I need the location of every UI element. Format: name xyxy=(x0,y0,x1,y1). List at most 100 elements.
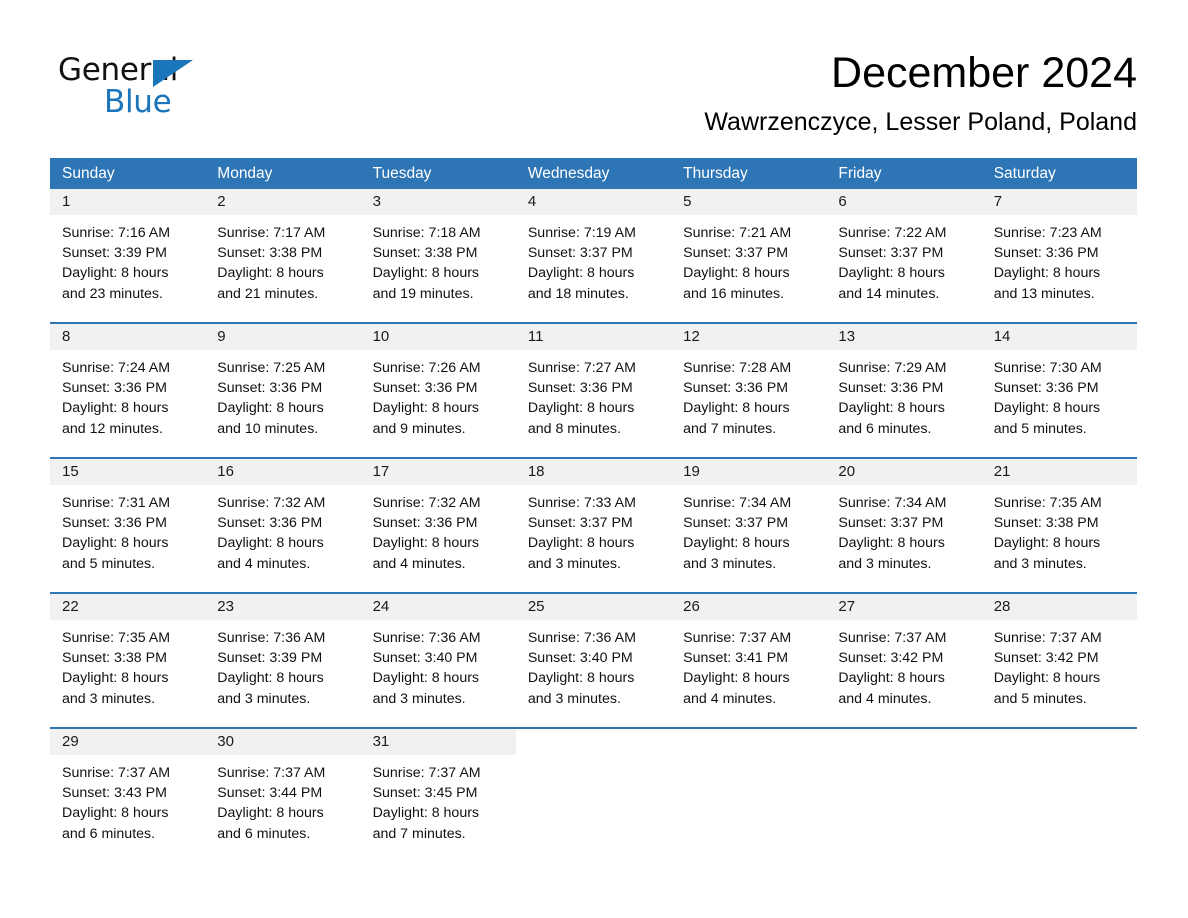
day-cell[interactable]: 28 Sunrise: 7:37 AM Sunset: 3:42 PM Dayl… xyxy=(981,594,1137,727)
day-cell[interactable]: 25 Sunrise: 7:36 AM Sunset: 3:40 PM Dayl… xyxy=(515,594,672,727)
day-details: Sunrise: 7:32 AM Sunset: 3:36 PM Dayligh… xyxy=(205,485,360,574)
daylight-text-line2: and 5 minutes. xyxy=(993,690,1087,707)
daylight-text-line1: Daylight: 8 hours xyxy=(372,805,480,822)
day-number: 11 xyxy=(515,324,672,350)
day-cell[interactable]: 1 Sunrise: 7:16 AM Sunset: 3:39 PM Dayli… xyxy=(50,189,206,322)
day-cell[interactable]: 29 Sunrise: 7:37 AM Sunset: 3:43 PM Dayl… xyxy=(50,729,206,857)
day-cell[interactable]: 11 Sunrise: 7:27 AM Sunset: 3:36 PM Dayl… xyxy=(515,324,672,457)
daylight-text-line1: Daylight: 8 hours xyxy=(993,265,1101,282)
day-cell[interactable]: 24 Sunrise: 7:36 AM Sunset: 3:40 PM Dayl… xyxy=(360,594,516,727)
day-number: 12 xyxy=(671,324,827,350)
day-number: 3 xyxy=(360,189,516,215)
sunrise-text: Sunrise: 7:37 AM xyxy=(372,765,481,781)
sunset-text: Sunset: 3:38 PM xyxy=(372,245,478,262)
day-number: 14 xyxy=(981,324,1137,350)
day-cell[interactable]: 22 Sunrise: 7:35 AM Sunset: 3:38 PM Dayl… xyxy=(50,594,206,727)
day-number: 25 xyxy=(515,594,672,620)
sunset-text: Sunset: 3:36 PM xyxy=(62,515,167,532)
day-cell[interactable]: 3 Sunrise: 7:18 AM Sunset: 3:38 PM Dayli… xyxy=(360,189,516,322)
daylight-text-line1: Daylight: 8 hours xyxy=(527,400,635,417)
sunset-text: Sunset: 3:42 PM xyxy=(993,650,1099,667)
page-header: General Blue December 2024 Wawrzenczyce,… xyxy=(0,0,1188,158)
day-cell[interactable]: 18 Sunrise: 7:33 AM Sunset: 3:37 PM Dayl… xyxy=(515,459,672,592)
day-number: 15 xyxy=(50,459,206,485)
day-cell[interactable]: 10 Sunrise: 7:26 AM Sunset: 3:36 PM Dayl… xyxy=(360,324,516,457)
day-cell[interactable]: 13 Sunrise: 7:29 AM Sunset: 3:36 PM Dayl… xyxy=(826,324,982,457)
sunset-text: Sunset: 3:45 PM xyxy=(372,785,478,802)
daylight-text-line2: and 3 minutes. xyxy=(527,690,621,707)
day-cell[interactable]: 26 Sunrise: 7:37 AM Sunset: 3:41 PM Dayl… xyxy=(671,594,827,727)
day-details: Sunrise: 7:24 AM Sunset: 3:36 PM Dayligh… xyxy=(50,350,205,439)
weekday-header-thursday: Thursday xyxy=(683,165,748,182)
day-number: 16 xyxy=(205,459,361,485)
sunrise-text: Sunrise: 7:36 AM xyxy=(527,630,636,646)
sunset-text: Sunset: 3:37 PM xyxy=(683,515,789,532)
day-details: Sunrise: 7:18 AM Sunset: 3:38 PM Dayligh… xyxy=(361,215,516,304)
sunset-text: Sunset: 3:38 PM xyxy=(993,515,1099,532)
daylight-text-line1: Daylight: 8 hours xyxy=(62,265,169,282)
day-details: Sunrise: 7:32 AM Sunset: 3:36 PM Dayligh… xyxy=(361,485,516,574)
day-cell[interactable]: 6 Sunrise: 7:22 AM Sunset: 3:37 PM Dayli… xyxy=(826,189,982,322)
day-number: 21 xyxy=(981,459,1137,485)
day-details: Sunrise: 7:37 AM Sunset: 3:43 PM Dayligh… xyxy=(50,755,205,844)
sunrise-text: Sunrise: 7:25 AM xyxy=(217,360,326,376)
day-number: 26 xyxy=(671,594,827,620)
day-number: 10 xyxy=(360,324,516,350)
daylight-text-line2: and 5 minutes. xyxy=(993,420,1087,437)
day-number: 28 xyxy=(981,594,1137,620)
day-cell[interactable]: 17 Sunrise: 7:32 AM Sunset: 3:36 PM Dayl… xyxy=(360,459,516,592)
weekday-header-wednesday: Wednesday xyxy=(527,165,610,182)
daylight-text-line2: and 23 minutes. xyxy=(62,285,163,302)
logo-triangle-icon xyxy=(153,60,193,87)
sunset-text: Sunset: 3:36 PM xyxy=(838,380,944,397)
daylight-text-line2: and 4 minutes. xyxy=(683,690,777,707)
sunrise-text: Sunrise: 7:30 AM xyxy=(993,360,1102,376)
sunset-text: Sunset: 3:40 PM xyxy=(372,650,478,667)
day-cell-empty xyxy=(515,729,672,857)
day-cell[interactable]: 23 Sunrise: 7:36 AM Sunset: 3:39 PM Dayl… xyxy=(205,594,361,727)
day-number: 22 xyxy=(50,594,206,620)
sunrise-text: Sunrise: 7:16 AM xyxy=(62,225,171,241)
day-cell[interactable]: 27 Sunrise: 7:37 AM Sunset: 3:42 PM Dayl… xyxy=(826,594,982,727)
day-cell[interactable]: 15 Sunrise: 7:31 AM Sunset: 3:36 PM Dayl… xyxy=(50,459,206,592)
day-cell[interactable]: 21 Sunrise: 7:35 AM Sunset: 3:38 PM Dayl… xyxy=(981,459,1137,592)
day-details: Sunrise: 7:37 AM Sunset: 3:41 PM Dayligh… xyxy=(671,620,826,709)
sunrise-text: Sunrise: 7:32 AM xyxy=(217,495,326,511)
sunrise-text: Sunrise: 7:32 AM xyxy=(372,495,481,511)
daylight-text-line1: Daylight: 8 hours xyxy=(527,265,635,282)
day-cell[interactable]: 16 Sunrise: 7:32 AM Sunset: 3:36 PM Dayl… xyxy=(205,459,361,592)
sunset-text: Sunset: 3:40 PM xyxy=(527,650,633,667)
week-row: 22 Sunrise: 7:35 AM Sunset: 3:38 PM Dayl… xyxy=(50,592,1137,727)
day-cell[interactable]: 20 Sunrise: 7:34 AM Sunset: 3:37 PM Dayl… xyxy=(826,459,982,592)
day-cell[interactable]: 19 Sunrise: 7:34 AM Sunset: 3:37 PM Dayl… xyxy=(671,459,827,592)
day-cell[interactable]: 2 Sunrise: 7:17 AM Sunset: 3:38 PM Dayli… xyxy=(205,189,361,322)
day-number: 30 xyxy=(205,729,361,755)
sunrise-text: Sunrise: 7:37 AM xyxy=(838,630,947,646)
daylight-text-line1: Daylight: 8 hours xyxy=(527,670,635,687)
day-cell[interactable]: 12 Sunrise: 7:28 AM Sunset: 3:36 PM Dayl… xyxy=(671,324,827,457)
day-cell[interactable]: 9 Sunrise: 7:25 AM Sunset: 3:36 PM Dayli… xyxy=(205,324,361,457)
daylight-text-line1: Daylight: 8 hours xyxy=(62,400,169,417)
day-number: 23 xyxy=(205,594,361,620)
day-details: Sunrise: 7:23 AM Sunset: 3:36 PM Dayligh… xyxy=(982,215,1137,304)
sunset-text: Sunset: 3:38 PM xyxy=(62,650,167,667)
day-number: 31 xyxy=(360,729,516,755)
day-cell[interactable]: 14 Sunrise: 7:30 AM Sunset: 3:36 PM Dayl… xyxy=(981,324,1137,457)
day-cell[interactable]: 7 Sunrise: 7:23 AM Sunset: 3:36 PM Dayli… xyxy=(981,189,1137,322)
sunrise-text: Sunrise: 7:35 AM xyxy=(993,495,1102,511)
sunset-text: Sunset: 3:36 PM xyxy=(993,245,1099,262)
daylight-text-line2: and 18 minutes. xyxy=(527,285,629,302)
day-cell[interactable]: 8 Sunrise: 7:24 AM Sunset: 3:36 PM Dayli… xyxy=(50,324,206,457)
weekday-header-sunday: Sunday xyxy=(62,165,115,182)
daylight-text-line1: Daylight: 8 hours xyxy=(372,535,480,552)
day-cell[interactable]: 31 Sunrise: 7:37 AM Sunset: 3:45 PM Dayl… xyxy=(360,729,516,857)
sunset-text: Sunset: 3:37 PM xyxy=(683,245,789,262)
day-cell[interactable]: 30 Sunrise: 7:37 AM Sunset: 3:44 PM Dayl… xyxy=(205,729,361,857)
day-cell[interactable]: 4 Sunrise: 7:19 AM Sunset: 3:37 PM Dayli… xyxy=(515,189,672,322)
sunrise-text: Sunrise: 7:26 AM xyxy=(372,360,481,376)
day-cell[interactable]: 5 Sunrise: 7:21 AM Sunset: 3:37 PM Dayli… xyxy=(671,189,827,322)
sunrise-text: Sunrise: 7:24 AM xyxy=(62,360,171,376)
daylight-text-line2: and 10 minutes. xyxy=(217,420,319,437)
sunrise-text: Sunrise: 7:18 AM xyxy=(372,225,481,241)
sunset-text: Sunset: 3:36 PM xyxy=(993,380,1099,397)
